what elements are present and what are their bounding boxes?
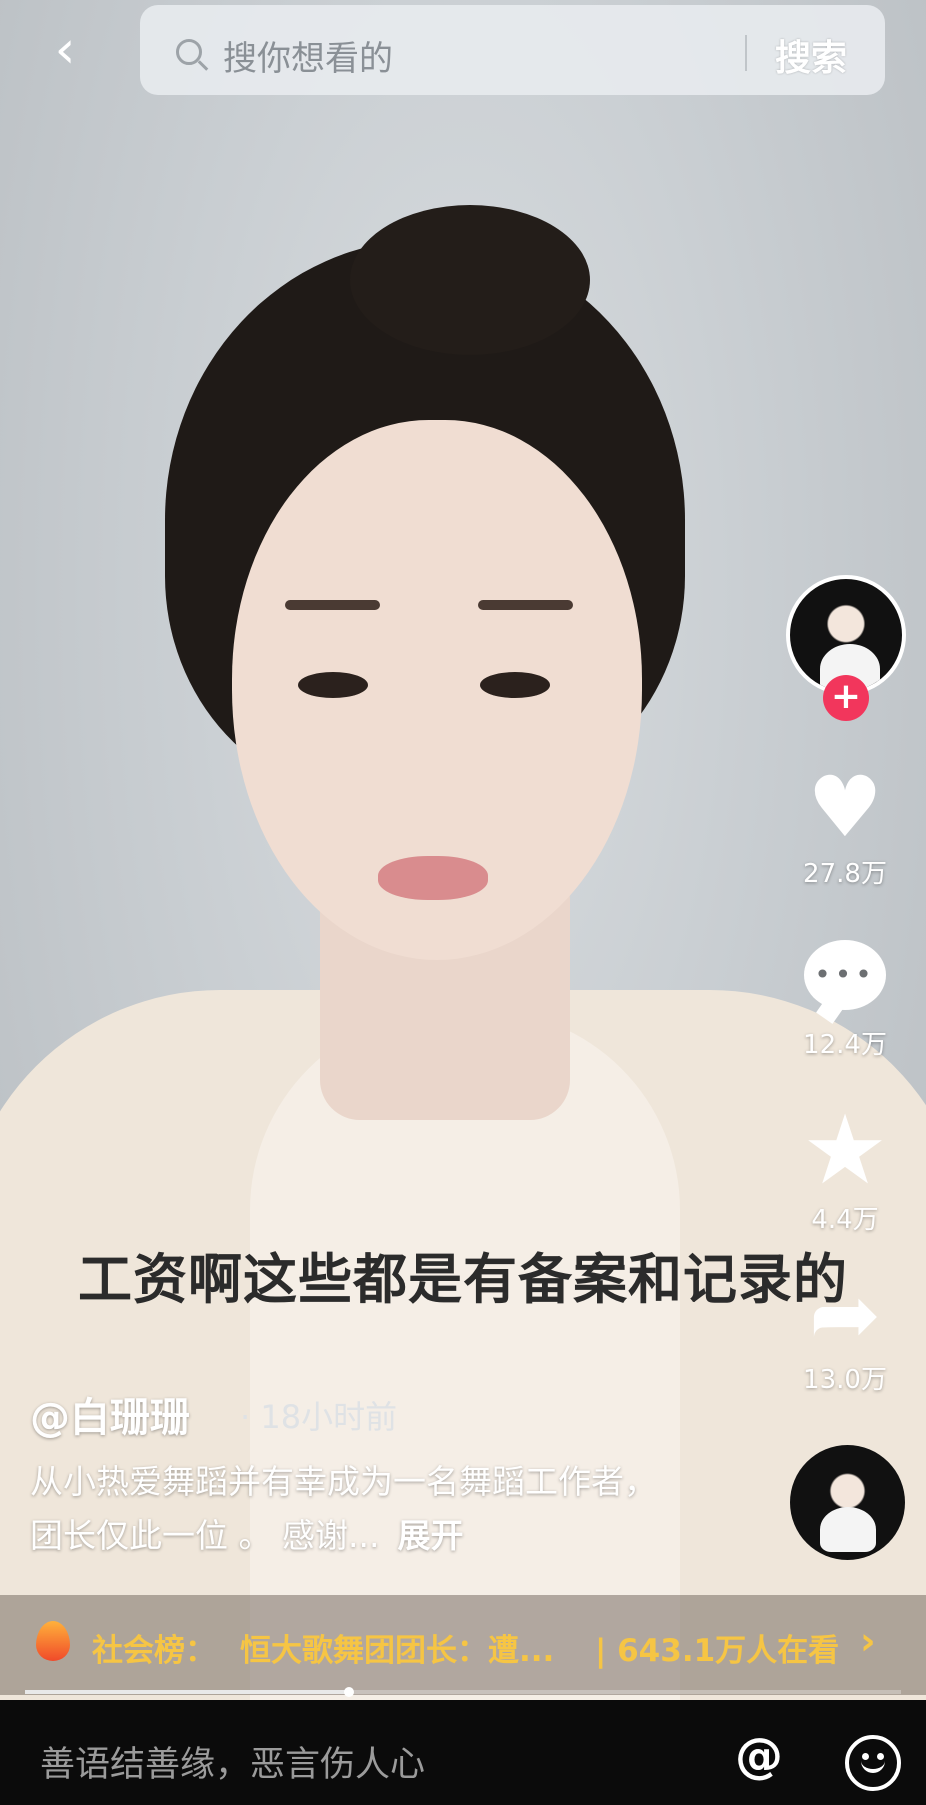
video-frame-eye-right [480, 672, 550, 698]
video-frame-brow-right [478, 600, 573, 610]
comment-bar: 善语结善缘，恶言伤人心 @ [0, 1700, 926, 1805]
follow-button[interactable]: + [823, 675, 869, 721]
share-count: 13.0万 [803, 1365, 887, 1395]
description-text: 从小热爱舞蹈并有幸成为一名舞蹈工作者，团长仅此一位 。 感谢... [30, 1462, 657, 1555]
chevron-right-icon: › [860, 1619, 876, 1663]
heart-icon: ♥ [807, 758, 883, 856]
video-subtitle: 工资啊这些都是有备案和记录的 [78, 1248, 848, 1311]
comment-button[interactable]: ••• 12.4万 [780, 940, 910, 1061]
comment-input[interactable]: 善语结善缘，恶言伤人心 [40, 1736, 425, 1787]
progress-fill [25, 1690, 350, 1694]
video-frame-lips [378, 856, 488, 900]
search-input[interactable]: 搜你想看的 [223, 31, 393, 80]
at-mention-icon[interactable]: @ [735, 1728, 783, 1784]
top-bar: ‹ 搜你想看的 搜索 [0, 0, 926, 100]
hot-list-label: 社会榜： [92, 1633, 216, 1669]
like-button[interactable]: ♥ 27.8万 [780, 765, 910, 890]
emoji-icon[interactable] [845, 1735, 901, 1791]
comment-count: 12.4万 [803, 1030, 887, 1060]
hot-list-bar[interactable]: 社会榜： 恒大歌舞团团长：遭... | 643.1万人在看 › [0, 1595, 926, 1695]
comment-icon: ••• [804, 940, 886, 1010]
search-button[interactable]: 搜索 [775, 29, 847, 81]
back-icon[interactable]: ‹ [40, 22, 90, 78]
post-time: · 18小时前 [240, 1398, 398, 1436]
video-description: 从小热爱舞蹈并有幸成为一名舞蹈工作者，团长仅此一位 。 感谢... 展开 [30, 1455, 660, 1563]
search-icon [176, 39, 202, 65]
hot-list-title: 恒大歌舞团团长：遭... [240, 1633, 555, 1669]
author-name[interactable]: @白珊珊 [30, 1385, 190, 1443]
star-icon: ★ [801, 1094, 889, 1206]
expand-button[interactable]: 展开 [397, 1516, 463, 1555]
video-frame-hair-bun [350, 205, 590, 355]
favorite-count: 4.4万 [811, 1205, 879, 1235]
favorite-button[interactable]: ★ 4.4万 [780, 1094, 910, 1236]
music-disc[interactable] [790, 1445, 905, 1560]
video-frame-brow-left [285, 600, 380, 610]
hot-list-views: | 643.1万人在看 [595, 1633, 840, 1669]
search-box[interactable]: 搜你想看的 搜索 [140, 5, 885, 95]
video-progress-bar[interactable] [25, 1687, 901, 1697]
search-divider [745, 35, 747, 71]
video-frame-eye-left [298, 672, 368, 698]
fire-icon [36, 1621, 70, 1661]
like-count: 27.8万 [803, 859, 887, 889]
music-disc-shape [820, 1507, 876, 1552]
